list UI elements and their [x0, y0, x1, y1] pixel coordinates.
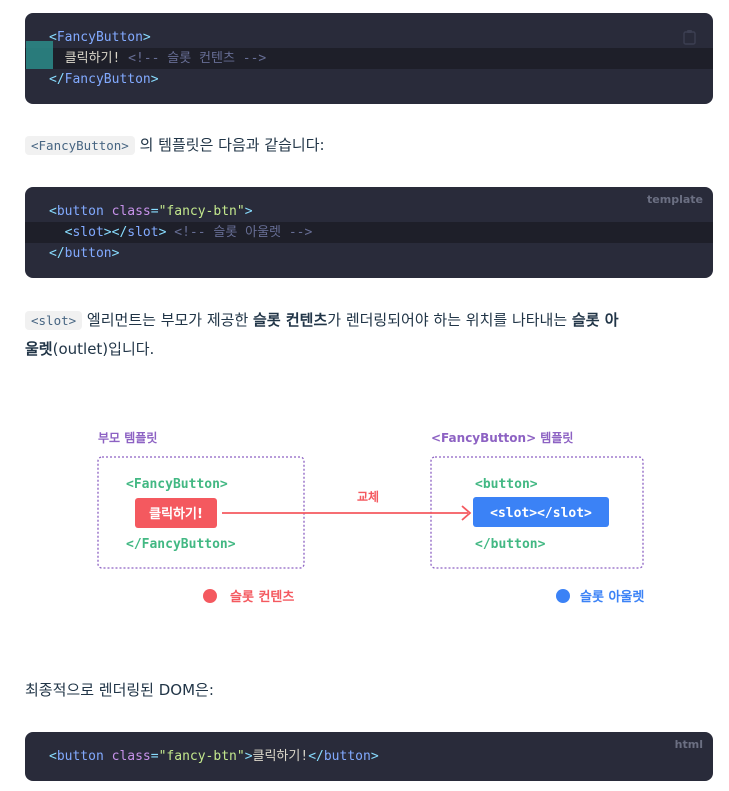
- legend-slot-outlet-label: 슬롯 아울렛: [580, 589, 644, 605]
- code-line: <button class="fancy-btn">: [49, 204, 253, 219]
- code-line: <button class="fancy-btn">클릭하기!</button>: [49, 749, 379, 764]
- code-line: </FancyButton>: [49, 72, 159, 87]
- code-block-fancybutton-usage: <FancyButton> 클릭하기! <!-- 슬롯 컨텐츠 --> </Fa…: [25, 13, 713, 104]
- inline-code: <FancyButton>: [25, 136, 135, 155]
- replace-label: 교체: [357, 489, 379, 504]
- code-line: <FancyButton>: [49, 30, 151, 45]
- code-block-fancybutton-template: template <button class="fancy-btn"> <slo…: [25, 187, 713, 278]
- parent-close-tag: </FancyButton>: [126, 537, 236, 552]
- slot-content-text: 클릭하기!: [149, 506, 203, 522]
- fancybutton-template-title: <FancyButton> 템플릿: [431, 430, 573, 445]
- code-line: </button>: [49, 246, 120, 261]
- slot-outlet-text: <slot></slot>: [490, 506, 592, 521]
- highlight-marker: [26, 41, 53, 69]
- code-line-highlighted: 클릭하기! <!-- 슬롯 컨텐츠 -->: [25, 48, 713, 69]
- legend-slot-outlet-dot: [556, 589, 570, 603]
- parent-open-tag: <FancyButton>: [126, 477, 228, 492]
- legend-slot-content-label: 슬롯 컨텐츠: [230, 589, 294, 605]
- button-close-tag: </button>: [475, 537, 546, 552]
- code-block-rendered-dom: html <button class="fancy-btn">클릭하기!</bu…: [25, 732, 713, 781]
- parent-template-title: 부모 템플릿: [98, 430, 157, 445]
- code-line-highlighted: <slot></slot> <!-- 슬롯 아울렛 -->: [25, 222, 713, 243]
- inline-code: <slot>: [25, 311, 83, 330]
- legend-slot-content-dot: [203, 589, 217, 603]
- paragraph-template-intro: <FancyButton> 의 템플릿은 다음과 같습니다:: [25, 131, 715, 160]
- paragraph-final-dom: 최종적으로 렌더링된 DOM은:: [25, 681, 214, 699]
- paragraph-slot-description: <slot> 엘리먼트는 부모가 제공한 슬롯 컨텐츠가 렌더링되어야 하는 위…: [25, 311, 619, 358]
- button-open-tag: <button>: [475, 477, 538, 492]
- slot-diagram: 부모 템플릿 <FancyButton> 템플릿 <FancyButton> 클…: [97, 430, 644, 605]
